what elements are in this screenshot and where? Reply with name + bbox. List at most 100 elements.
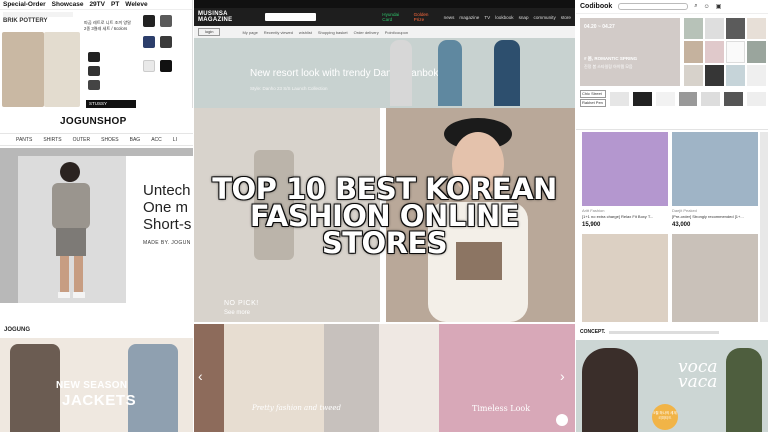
menu-pants[interactable]: PANTS	[16, 137, 32, 143]
product-thumb-2[interactable]	[88, 66, 100, 76]
product-thumb-4[interactable]	[143, 15, 155, 27]
voca-vaca-banner[interactable]: CONCEPT. voca vaca 5월 하나의 세계 리미티드	[576, 324, 768, 432]
strip-item[interactable]	[610, 92, 629, 106]
tab-showcase[interactable]: Showcase	[52, 1, 84, 8]
lookbook-banner[interactable]: ‹ › Pretty fashion and tweed Timeless Lo…	[194, 324, 575, 432]
scrollbar[interactable]	[760, 132, 768, 322]
product-photo-lavender[interactable]	[582, 132, 668, 206]
nav-snap[interactable]: snap	[519, 15, 529, 20]
strip-item[interactable]	[747, 92, 767, 106]
product-thumb-9[interactable]	[160, 60, 172, 72]
musinsa-banner-sub: Style: Danho 23 S/S Launch Collection	[250, 86, 328, 91]
tab-weleve[interactable]: Weleve	[125, 1, 147, 8]
strip-item[interactable]	[655, 92, 675, 106]
model-1-photo[interactable]	[390, 40, 412, 106]
codibook-search-input[interactable]	[618, 3, 689, 10]
bl-brand[interactable]: JOGUNG	[0, 324, 193, 338]
sub-coupon[interactable]: Point/coupon	[385, 30, 408, 35]
musinsa-logo[interactable]: MUSINSA MAGAZINE	[198, 11, 260, 23]
menu-shoes[interactable]: SHOES	[101, 137, 119, 143]
product-thumb-1[interactable]	[88, 52, 100, 62]
product-thumb-7[interactable]	[160, 36, 172, 48]
menu-li[interactable]: LI	[173, 137, 177, 143]
strip-item[interactable]	[701, 92, 721, 106]
br-brand[interactable]: CONCEPT.	[580, 329, 605, 335]
br-title-2: vaca	[678, 372, 718, 392]
model-2-photo[interactable]	[438, 40, 462, 106]
grid-item[interactable]	[705, 18, 724, 39]
rakhet-pen-label[interactable]: Rakhet Pen	[580, 99, 606, 107]
br-model-2	[726, 348, 762, 432]
menu-shirts[interactable]: SHIRTS	[43, 137, 61, 143]
brand2-label: STUSSY	[86, 100, 136, 108]
model-photo[interactable]	[2, 32, 44, 107]
nav-tv[interactable]: TV	[484, 15, 490, 20]
seemore-link[interactable]: See more	[224, 310, 250, 316]
tab-29tv[interactable]: 29TV	[89, 1, 105, 8]
grid-item[interactable]	[747, 40, 766, 64]
nav-magazine[interactable]: magazine	[459, 15, 479, 20]
menu-acc[interactable]: ACC	[151, 137, 162, 143]
menu-outer[interactable]: OUTER	[73, 137, 91, 143]
next-arrow-icon[interactable]: ›	[560, 368, 565, 384]
jogun-menu: PANTS SHIRTS OUTER SHOES BAG ACC LI	[0, 133, 193, 146]
grid-item[interactable]	[726, 40, 745, 64]
bag-icon[interactable]: ▣	[716, 3, 722, 10]
sub-recent[interactable]: Recently viewed	[264, 30, 293, 35]
grid-item[interactable]	[705, 65, 724, 86]
chat-bubble-icon[interactable]	[556, 414, 568, 426]
nav-news[interactable]: news	[444, 15, 455, 20]
promo-title: # 봄, ROMANTIC SPRING	[584, 56, 638, 61]
bm-model-2	[324, 324, 379, 432]
login-button[interactable]: login	[198, 28, 221, 36]
grid-item[interactable]	[726, 65, 745, 86]
nav-golden-prize[interactable]: Golden Prize	[414, 12, 439, 22]
sub-wishlist[interactable]: wishlist	[299, 30, 312, 35]
grid-item[interactable]	[747, 18, 766, 39]
sub-order[interactable]: Order delivery	[354, 30, 379, 35]
product-photo-denim[interactable]	[672, 132, 758, 206]
nav-community[interactable]: community	[534, 15, 556, 20]
grid-item[interactable]	[684, 40, 703, 64]
item2-title[interactable]: [Pre-order] Strongly recommended [1+...	[672, 214, 758, 219]
br-header: CONCEPT.	[576, 324, 768, 340]
product-photo-beige[interactable]	[582, 234, 668, 322]
product-thumb-6[interactable]	[143, 36, 155, 48]
grid-item[interactable]	[726, 18, 745, 39]
grid-item[interactable]	[684, 65, 703, 86]
sub-mypage[interactable]: My page	[242, 30, 257, 35]
bl-headline-2: JACKETS	[62, 392, 137, 409]
tab-special-order[interactable]: Special-Order	[3, 1, 46, 8]
grid-item[interactable]	[684, 18, 703, 39]
strip-item[interactable]	[632, 92, 652, 106]
menu-bag[interactable]: BAG	[130, 137, 141, 143]
codibook-logo[interactable]: Codibook	[580, 3, 612, 10]
product-thumb-8[interactable]	[143, 60, 155, 72]
product-thumb-5[interactable]	[160, 15, 172, 27]
prev-arrow-icon[interactable]: ‹	[198, 368, 203, 384]
tab-pt[interactable]: PT	[111, 1, 119, 8]
user-icon[interactable]: ☺	[704, 4, 710, 10]
grid-item[interactable]	[747, 65, 766, 86]
jacket-banner[interactable]: JOGUNG NEW SEASON JACKETS	[0, 324, 193, 432]
product-photo[interactable]	[44, 32, 80, 107]
product-photo-grey[interactable]	[672, 234, 758, 322]
strip-item[interactable]	[678, 92, 698, 106]
model-3-photo[interactable]	[494, 40, 520, 106]
grid-item[interactable]	[705, 40, 724, 64]
nav-store[interactable]: store	[561, 15, 571, 20]
search-icon[interactable]: ⌕	[694, 3, 697, 10]
product-title: 파곰 레트로 니트 조끼 양말 2종 3켤레 세트 / 6colors	[84, 20, 132, 31]
chic-street-label[interactable]: Chic Street	[580, 90, 606, 98]
product-thumb-3[interactable]	[88, 80, 100, 90]
musinsa-search-input[interactable]	[265, 13, 316, 21]
promo-badge[interactable]: 5월 하나의 세계 리미티드	[652, 404, 678, 430]
sub-basket[interactable]: Shopping basket	[318, 30, 348, 35]
item1-title[interactable]: [1+1 no extra charge] Relax Fit Boxy T..…	[582, 214, 668, 219]
nav-hyundai-card[interactable]: Hyundai Card	[382, 12, 408, 22]
jogunshop-screenshot: JOGUNSHOP PANTS SHIRTS OUTER SHOES BAG A…	[0, 108, 193, 320]
strip-item[interactable]	[724, 92, 744, 106]
nav-lookbook[interactable]: lookbook	[495, 15, 513, 20]
jogun-logo[interactable]: JOGUNSHOP	[60, 116, 127, 127]
item1-price: 15,900	[582, 222, 601, 228]
